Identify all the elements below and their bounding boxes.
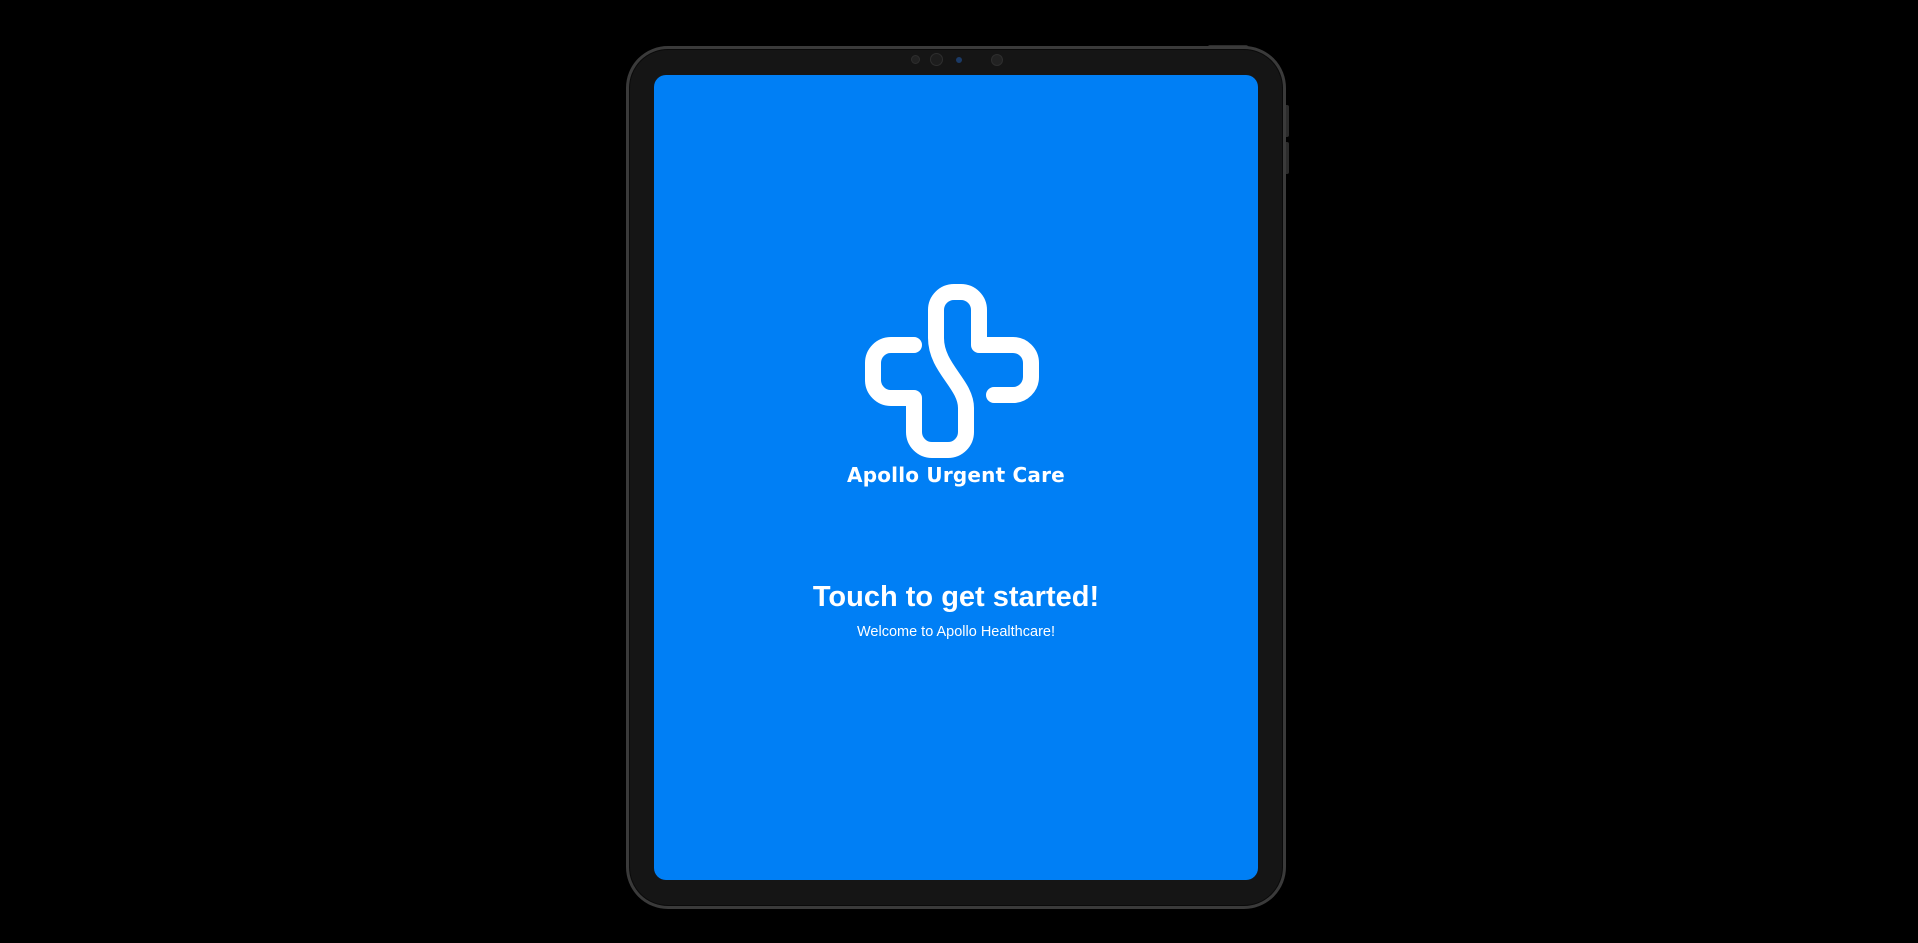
touch-to-start-title[interactable]: Touch to get started!	[654, 581, 1258, 614]
front-sensor	[991, 54, 1003, 66]
brand-name: Apollo Urgent Care	[847, 463, 1065, 487]
welcome-screen[interactable]: Apollo Urgent Care Touch to get started!…	[654, 75, 1258, 880]
medical-cross-icon	[865, 284, 1039, 458]
front-sensor	[911, 55, 920, 64]
camera-indicator	[956, 57, 962, 63]
logo	[654, 280, 1258, 462]
welcome-subtitle: Welcome to Apollo Healthcare!	[856, 624, 1055, 640]
front-camera	[930, 53, 943, 66]
stage: Apollo Urgent Care Touch to get started!…	[0, 0, 1918, 943]
